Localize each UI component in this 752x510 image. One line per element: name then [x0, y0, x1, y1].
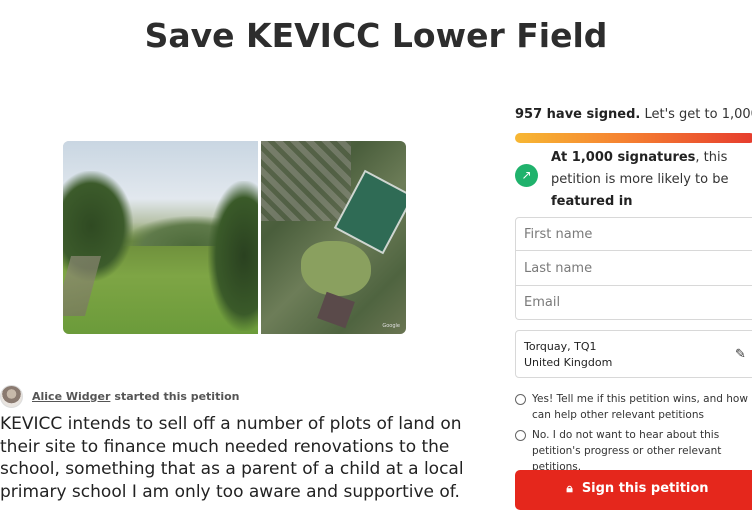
sign-button-label: Sign this petition [581, 481, 709, 496]
signature-count: 957 have signed. Let's get to 1,000! [515, 107, 752, 122]
petition-media: Google [63, 141, 406, 334]
location-city: Torquay, TQ1 [524, 340, 597, 353]
field-photo [63, 141, 268, 334]
aerial-field [301, 241, 371, 296]
map-watermark: Google [382, 323, 400, 329]
option-no[interactable]: No. I do not want to hear about this pet… [515, 427, 752, 475]
option-yes[interactable]: Yes! Tell me if this petition wins, and … [515, 391, 752, 423]
first-name-field[interactable] [515, 217, 752, 251]
page-title: Save KEVICC Lower Field [144, 16, 608, 55]
email-field[interactable] [515, 286, 752, 320]
sign-petition-button[interactable]: 🔒︎ Sign this petition [515, 470, 752, 510]
edit-pencil-icon[interactable]: ✎ [735, 347, 746, 362]
last-name-field[interactable] [515, 251, 752, 286]
location-field[interactable]: Torquay, TQ1 United Kingdom ✎ [515, 330, 752, 378]
aerial-houses [261, 141, 351, 221]
signature-count-text: 957 have signed. [515, 107, 641, 122]
option-yes-label: Yes! Tell me if this petition wins, and … [532, 393, 752, 421]
signature-goal-text: Let's get to 1,000! [644, 107, 752, 122]
petition-story: KEVICC intends to sell off a number of p… [0, 414, 464, 502]
petition-starter: Alice Widger started this petition [0, 384, 240, 408]
footpath [63, 256, 102, 316]
promo-lead: At 1,000 signatures [551, 150, 696, 165]
radio-yes[interactable] [515, 394, 526, 405]
option-no-label: No. I do not want to hear about this pet… [532, 429, 722, 473]
signature-progress-bar [515, 133, 752, 143]
avatar[interactable] [0, 384, 23, 408]
trending-up-icon: ↗ [515, 164, 538, 187]
starter-name-link[interactable]: Alice Widger [32, 390, 110, 403]
aerial-photo: Google [261, 141, 406, 334]
aerial-court [317, 291, 355, 329]
radio-no[interactable] [515, 430, 526, 441]
lock-icon: 🔒︎ [566, 481, 573, 495]
starter-action-text: started this petition [114, 389, 240, 403]
location-country: United Kingdom [524, 356, 613, 369]
